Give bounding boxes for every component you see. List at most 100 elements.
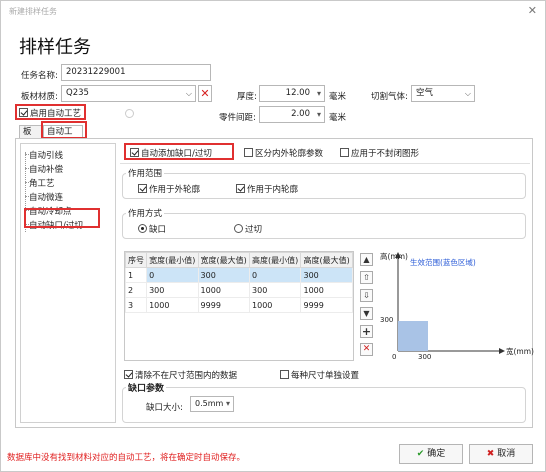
mode-group [122,213,526,239]
notch-size-label: 缺口大小: [146,403,183,413]
move-top-button[interactable]: ▲ [360,253,373,266]
outer-contour-label: 作用于外轮廓 [149,185,201,195]
non-closed-label: 应用于不封闭图形 [351,149,420,159]
auto-process-label: 启用自动工艺 [30,109,82,119]
task-name-input[interactable]: 20231229001 [61,64,211,81]
notch-size-select[interactable]: 0.5mm ▾ [190,396,234,412]
thickness-select[interactable]: 12.00 ▾ [259,85,325,102]
distinguish-checkbox[interactable]: 区分内外轮廓参数 [244,147,323,159]
tree-item-micro-joint[interactable]: 自动微连 [29,191,63,203]
table-cell[interactable]: 1000 [146,297,199,313]
table-header-cell: 宽度(最小值) [146,252,199,268]
table-row[interactable]: 1 0 300 0 300 [125,267,353,283]
cancel-icon: ✖ [486,449,495,459]
notch-radio[interactable]: 缺口 [138,223,166,235]
radio-icon [138,224,147,233]
table-header-cell: 高度(最大值) [300,252,353,268]
chevron-down-icon: ⌵ [464,89,471,98]
highlight-box-tree-item [24,208,100,228]
checkbox-icon [19,108,28,117]
table-cell[interactable]: 300 [197,267,251,283]
table-cell[interactable]: 9999 [300,297,353,313]
overcut-radio[interactable]: 过切 [234,223,262,235]
size-range-table[interactable]: 序号 宽度(最小值) 宽度(最大值) 高度(最小值) 高度(最大值) 1 0 300 0 300… [124,251,354,361]
highlight-box-tab [41,121,87,139]
table-cell[interactable]: 300 [300,267,353,283]
tree-item-auto-lead[interactable]: 自动引线 [29,149,63,161]
table-header-cell: 高度(最小值) [249,252,302,268]
checkbox-icon [340,148,349,157]
dialog-window: 新建排样任务 ✕ 排样任务 任务名称: 20231229001 板材材质: Q2… [0,0,546,472]
delete-row-button[interactable]: ✕ [360,343,373,356]
checkbox-icon [280,370,289,379]
tree-item-auto-compensation[interactable]: 自动补偿 [29,163,63,175]
cancel-label: 取消 [497,449,516,459]
row-action-buttons: ▲ ⇧ ⇩ ▼ + ✕ [360,253,374,363]
clear-data-checkbox[interactable]: 清除不在尺寸范围内的数据 [124,369,237,381]
ok-label: 确定 [427,449,446,459]
table-header-row: 序号 宽度(最小值) 宽度(最大值) 高度(最小值) 高度(最大值) [125,252,353,268]
material-value: Q235 [66,88,89,98]
process-tree: 自动引线 自动补偿 角工艺 自动微连 自动冷却点 自动缺口/过切 [20,143,116,423]
material-select[interactable]: Q235 ⌵ [61,85,196,102]
checkbox-icon [236,184,245,193]
gas-value: 空气 [416,88,434,98]
auto-add-label: 自动添加缺口/过切 [141,149,212,159]
tab-sheet[interactable]: 板材 [19,125,43,149]
spacing-value: 2.00 [291,109,310,119]
table-cell[interactable]: 1000 [249,297,302,313]
y-tick-300: 300 [380,316,394,324]
checkbox-icon [138,184,147,193]
move-up-button[interactable]: ⇧ [360,271,373,284]
material-label: 板材材质: [21,92,58,102]
x-tick-300: 300 [418,353,432,361]
distinguish-label: 区分内外轮廓参数 [255,149,324,159]
size-range-grid: 序号 宽度(最小值) 宽度(最大值) 高度(最小值) 高度(最大值) 1 0 300 0 300… [125,252,353,313]
table-cell[interactable]: 300 [146,282,199,298]
table-cell[interactable]: 300 [249,282,302,298]
per-size-label: 每种尺寸单独设置 [291,371,360,381]
page-title: 排样任务 [19,37,91,58]
y-axis-label: 高(mm) [380,252,408,261]
outer-contour-checkbox[interactable]: 作用于外轮廓 [138,183,200,195]
move-down-button[interactable]: ⇩ [360,289,373,302]
auto-add-checkbox[interactable]: 自动添加缺口/过切 [130,147,212,159]
ok-button[interactable]: ✔ 确定 [399,444,463,464]
scope-title: 作用范围 [126,167,165,179]
dropdown-arrow-icon: ▾ [316,110,321,119]
table-cell[interactable]: 9999 [197,297,251,313]
auto-process-checkbox[interactable]: 启用自动工艺 [19,107,81,119]
checkbox-icon [124,370,133,379]
tree-item-corner[interactable]: 角工艺 [29,177,55,189]
range-caption: 生效范围(蓝色区域) [410,258,476,267]
inner-contour-label: 作用于内轮廓 [247,185,299,195]
table-cell[interactable]: 1 [125,267,148,283]
table-cell[interactable]: 0 [249,267,302,283]
mode-title: 作用方式 [126,207,165,219]
table-row[interactable]: 2 300 1000 300 1000 [125,282,353,298]
per-size-checkbox[interactable]: 每种尺寸单独设置 [280,369,359,381]
close-icon[interactable]: ✕ [528,4,537,17]
inner-contour-checkbox[interactable]: 作用于内轮廓 [236,183,298,195]
table-cell[interactable]: 2 [125,282,148,298]
effective-range-rect [398,321,428,351]
settings-icon[interactable] [125,109,134,118]
move-bottom-button[interactable]: ▼ [360,307,373,320]
clear-material-icon[interactable]: ✕ [198,85,212,102]
table-header-cell: 序号 [125,252,148,268]
spacing-select[interactable]: 2.00 ▾ [259,106,325,123]
table-cell[interactable]: 3 [125,297,148,313]
checkbox-icon [244,148,253,157]
table-cell[interactable]: 1000 [300,282,353,298]
table-cell[interactable]: 1000 [197,282,251,298]
table-cell[interactable]: 0 [146,267,199,283]
gas-select[interactable]: 空气 ⌵ [411,85,475,102]
cancel-button[interactable]: ✖ 取消 [469,444,533,464]
auto-process-panel: 自动引线 自动补偿 角工艺 自动微连 自动冷却点 自动缺口/过切 自动添加缺口/… [15,138,534,428]
non-closed-checkbox[interactable]: 应用于不封闭图形 [340,147,419,159]
table-row[interactable]: 3 1000 9999 1000 9999 [125,297,353,313]
add-row-button[interactable]: + [360,325,373,338]
spacing-label: 零件间距: [219,113,256,123]
origin-label: 0 [392,353,397,361]
divider [120,163,530,164]
